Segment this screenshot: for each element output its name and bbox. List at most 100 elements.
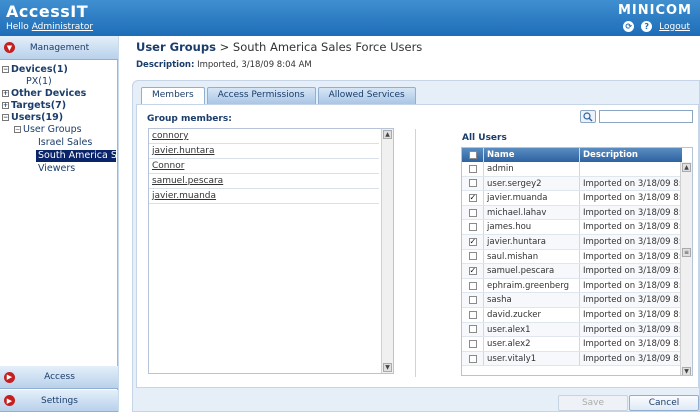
select-all-checkbox[interactable] xyxy=(468,151,477,159)
access-button[interactable]: ▶ Access xyxy=(0,366,118,389)
table-row[interactable]: ✓ javier.huntara Imported on 3/18/09 8:04 xyxy=(462,235,682,250)
table-row[interactable]: michael.lahav Imported on 3/18/09 8:04 xyxy=(462,205,682,221)
select-all-cell xyxy=(462,148,484,162)
scroll-up-icon[interactable]: ▲ xyxy=(682,163,691,172)
row-checkbox[interactable] xyxy=(468,179,477,188)
tree-item-users[interactable]: − Users(19) xyxy=(2,112,63,124)
row-checkbox[interactable] xyxy=(468,325,477,334)
tab-members[interactable]: Members xyxy=(141,87,205,104)
tree-label: Israel Sales xyxy=(38,137,93,148)
list-item[interactable]: javier.muanda xyxy=(149,189,379,204)
row-checkbox[interactable] xyxy=(468,281,477,290)
table-row[interactable]: admin xyxy=(462,162,682,177)
all-users-scrollbar[interactable]: ▲ ≡ ▼ xyxy=(680,162,692,375)
save-button[interactable]: Save xyxy=(558,395,628,411)
list-item[interactable]: Connor xyxy=(149,159,379,174)
row-checkbox[interactable] xyxy=(468,296,477,305)
row-checkbox[interactable] xyxy=(468,354,477,363)
tab-allowed-services[interactable]: Allowed Services xyxy=(317,87,416,104)
row-checkbox[interactable] xyxy=(468,310,477,319)
expand-icon[interactable]: + xyxy=(2,102,9,109)
row-checkbox[interactable] xyxy=(468,339,477,348)
row-checkbox-checked[interactable]: ✓ xyxy=(468,266,477,275)
table-row[interactable]: james.hou Imported on 3/18/09 8:04 xyxy=(462,220,682,235)
user-name-cell: david.zucker xyxy=(484,308,580,322)
table-row[interactable]: user.alex2 Imported on 3/18/09 8:04 xyxy=(462,337,682,352)
scroll-down-icon[interactable]: ▼ xyxy=(383,363,392,372)
row-checkbox-checked[interactable]: ✓ xyxy=(468,193,477,202)
group-members-list[interactable]: connory javier.huntara Connor samuel.pes… xyxy=(148,128,394,374)
row-checkbox-cell: ✓ xyxy=(462,264,484,278)
row-checkbox-checked[interactable]: ✓ xyxy=(468,237,477,246)
table-row[interactable]: ephraim.greenberg Imported on 3/18/09 8:0… xyxy=(462,278,682,294)
app-header: AccessIT Hello Administrator MINICOM ⟳ ?… xyxy=(0,0,700,36)
scroll-down-icon[interactable]: ▼ xyxy=(682,367,691,375)
search-input[interactable] xyxy=(599,110,693,123)
row-checkbox[interactable] xyxy=(468,252,477,261)
table-row[interactable]: user.sergey2 Imported on 3/18/09 8:04 xyxy=(462,176,682,192)
row-checkbox-cell xyxy=(462,337,484,351)
column-header-description[interactable]: Description xyxy=(580,148,682,162)
tree-item-south-america-sales[interactable]: South America Sa xyxy=(36,150,116,162)
group-members-scrollbar[interactable]: ▲ ▼ xyxy=(381,129,393,373)
table-row[interactable]: user.alex1 Imported on 3/18/09 8:04 xyxy=(462,322,682,338)
row-checkbox[interactable] xyxy=(468,208,477,217)
user-name-cell: ephraim.greenberg xyxy=(484,278,580,293)
row-checkbox-cell xyxy=(462,176,484,191)
table-row[interactable]: ✓ javier.muanda Imported on 3/18/09 8:04 xyxy=(462,191,682,206)
table-row[interactable]: david.zucker Imported on 3/18/09 8:04 xyxy=(462,308,682,323)
tree-item-px[interactable]: PX(1) xyxy=(26,76,52,88)
row-checkbox[interactable] xyxy=(468,223,477,232)
user-name-cell: michael.lahav xyxy=(484,205,580,220)
management-button[interactable]: ▼ Management xyxy=(0,36,118,60)
user-link[interactable]: Administrator xyxy=(32,22,93,32)
help-icon[interactable]: ? xyxy=(641,21,653,32)
user-name-cell: user.sergey2 xyxy=(484,176,580,191)
tab-access-permissions[interactable]: Access Permissions xyxy=(206,87,316,104)
tree-item-israel-sales[interactable]: Israel Sales xyxy=(38,137,92,149)
user-name-cell: javier.muanda xyxy=(484,191,580,205)
group-members-label: Group members: xyxy=(147,114,232,124)
tree-label: Users(19) xyxy=(11,112,64,123)
collapse-icon[interactable]: − xyxy=(2,66,9,73)
user-description-cell: Imported on 3/18/09 8:04 xyxy=(583,251,682,262)
row-checkbox-cell xyxy=(462,205,484,220)
chevron-down-icon: ▼ xyxy=(4,42,15,53)
table-row[interactable]: saul.mishan Imported on 3/18/09 8:04 xyxy=(462,249,682,265)
column-header-name[interactable]: Name xyxy=(484,148,580,162)
tree-item-viewers[interactable]: Viewers xyxy=(38,163,75,175)
column-divider xyxy=(415,129,416,377)
tree-item-devices[interactable]: − Devices(1) xyxy=(2,64,68,76)
user-name-cell: user.alex1 xyxy=(484,322,580,337)
table-row[interactable]: user.vitaly1 Imported on 3/18/09 8:04 xyxy=(462,351,682,367)
tree-label: Other Devices xyxy=(11,88,87,99)
settings-label: Settings xyxy=(41,395,78,406)
tree-item-targets[interactable]: + Targets(7) xyxy=(2,100,66,112)
collapse-icon[interactable]: − xyxy=(14,126,21,133)
list-item[interactable]: connory xyxy=(149,129,379,144)
list-item[interactable]: javier.huntara xyxy=(149,144,379,159)
user-description-cell: Imported on 3/18/09 8:04 xyxy=(583,266,682,277)
table-row[interactable]: sasha Imported on 3/18/09 8:04 xyxy=(462,293,682,308)
user-description-cell: Imported on 3/18/09 8:04 xyxy=(583,295,682,306)
list-item[interactable]: samuel.pescara xyxy=(149,174,379,189)
expand-icon[interactable]: + xyxy=(2,90,9,97)
logout-link[interactable]: Logout xyxy=(659,22,690,32)
tree-item-other-devices[interactable]: + Other Devices xyxy=(2,88,86,100)
user-name-cell: james.hou xyxy=(484,220,580,234)
cancel-button[interactable]: Cancel xyxy=(629,395,699,411)
row-checkbox-cell: ✓ xyxy=(462,191,484,205)
row-checkbox[interactable] xyxy=(468,164,477,173)
settings-button[interactable]: ▶ Settings xyxy=(0,390,118,412)
breadcrumb-parent[interactable]: User Groups xyxy=(136,40,216,54)
collapse-icon[interactable]: − xyxy=(2,114,9,121)
row-checkbox-cell: ✓ xyxy=(462,235,484,249)
search-icon[interactable] xyxy=(580,110,596,123)
all-users-label: All Users xyxy=(462,133,507,143)
tree-item-user-groups[interactable]: − User Groups xyxy=(14,124,82,136)
scroll-thumb[interactable]: ≡ xyxy=(682,248,691,257)
table-row[interactable]: ✓ samuel.pescara Imported on 3/18/09 8:04 xyxy=(462,264,682,279)
scroll-up-icon[interactable]: ▲ xyxy=(383,130,392,139)
app-title: AccessIT xyxy=(6,2,89,21)
refresh-icon[interactable]: ⟳ xyxy=(623,21,635,32)
